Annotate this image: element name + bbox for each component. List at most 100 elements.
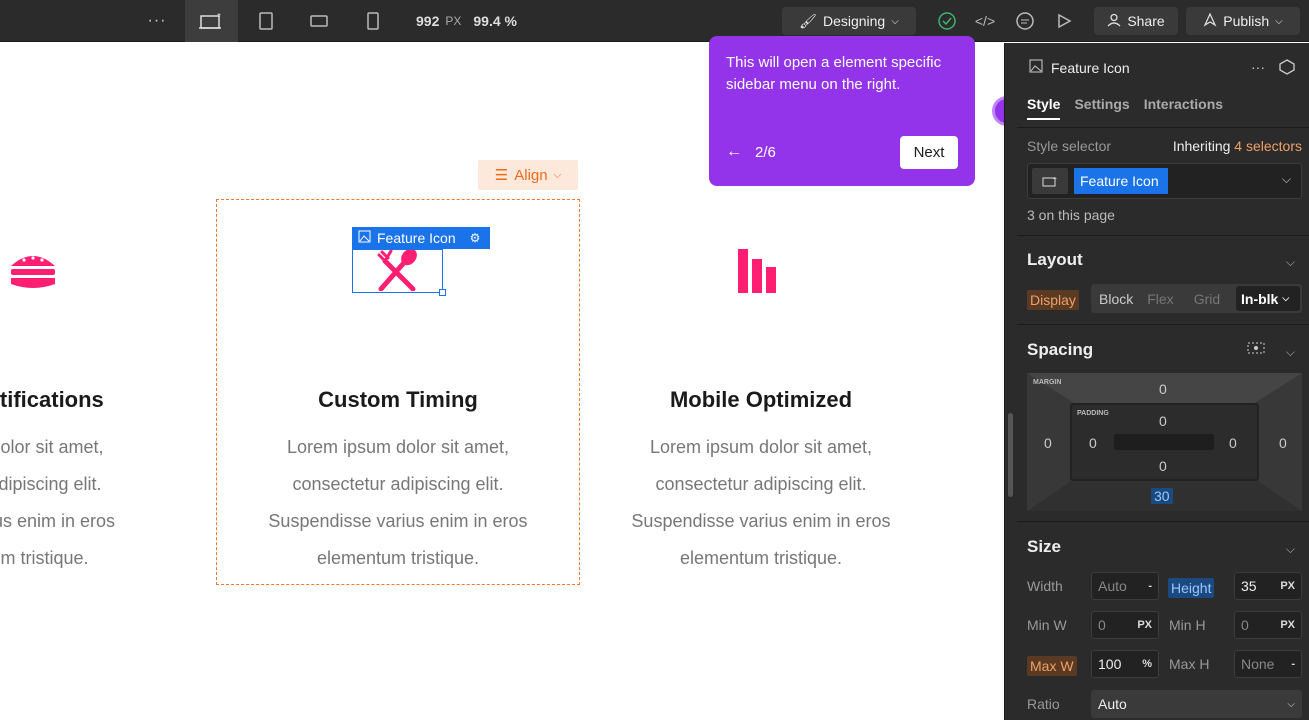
spacing-preset-icon[interactable] xyxy=(1247,340,1265,359)
size-title: Size xyxy=(1027,537,1062,556)
spacing-title: Spacing xyxy=(1027,340,1094,359)
padding-bottom-value[interactable]: 0 xyxy=(1159,458,1167,474)
selector-field[interactable]: + Feature Icon ⌵ xyxy=(1027,163,1302,199)
inheriting-info[interactable]: Inheriting 4 selectors xyxy=(1173,138,1302,154)
padding-left-value[interactable]: 0 xyxy=(1089,435,1097,451)
svg-text:+: + xyxy=(1053,176,1057,183)
min-width-label: Min W xyxy=(1027,617,1067,633)
selected-element-outline[interactable] xyxy=(352,249,443,293)
chevron-down-icon[interactable]: ⌵ xyxy=(1286,345,1295,360)
chevron-down-icon[interactable]: ⌵ xyxy=(1282,172,1291,187)
height-input[interactable]: 35 PX xyxy=(1234,572,1302,600)
chevron-down-icon[interactable]: ⌵ xyxy=(1286,255,1295,270)
desktop-breakpoint-icon[interactable]: * xyxy=(185,0,238,42)
spacing-section-header[interactable]: Spacing xyxy=(1027,340,1093,360)
panel-tabs: Style Settings Interactions xyxy=(1027,96,1223,120)
display-segmented-control: Block Flex Grid In-blk ⌵ xyxy=(1091,284,1302,313)
padding-box: PADDING 0 0 0 0 xyxy=(1070,403,1259,481)
display-grid-option[interactable]: Grid xyxy=(1194,291,1220,307)
max-height-input[interactable]: None - xyxy=(1234,650,1302,678)
min-width-label-row: Min W xyxy=(1027,617,1067,633)
element-tag[interactable]: Feature Icon ⚙ xyxy=(352,227,490,249)
chevron-down-icon: ⌵ xyxy=(891,15,899,27)
image-icon xyxy=(358,230,371,246)
max-width-label[interactable]: Max W xyxy=(1027,656,1077,676)
size-section-header[interactable]: Size xyxy=(1027,537,1061,557)
top-toolbar: ··· * 992 PX 99.4 % 🖌 Designing ⌵ </> Sh… xyxy=(0,0,1309,42)
brush-icon: 🖌 xyxy=(799,12,817,29)
gear-icon[interactable]: ⚙ xyxy=(470,231,481,245)
width-unit: PX xyxy=(445,14,462,28)
next-button[interactable]: Next xyxy=(900,136,958,169)
feature-title: y Notifications xyxy=(0,387,104,412)
display-block-option[interactable]: Block xyxy=(1099,291,1133,307)
margin-right-value[interactable]: 0 xyxy=(1279,435,1287,451)
spacing-box: MARGIN 0 0 0 30 PADDING 0 0 0 0 xyxy=(1027,373,1302,511)
selector-chip[interactable]: Feature Icon xyxy=(1074,168,1168,194)
tab-interactions[interactable]: Interactions xyxy=(1144,96,1223,120)
back-arrow-icon[interactable]: ← xyxy=(726,143,742,161)
canvas-dimensions: 992 PX 99.4 % xyxy=(416,0,523,42)
more-options-icon[interactable]: ··· xyxy=(1251,59,1265,75)
share-button[interactable]: Share xyxy=(1094,7,1178,35)
height-label[interactable]: Height xyxy=(1168,578,1215,598)
tablet-breakpoint-icon[interactable] xyxy=(246,0,286,42)
display-label[interactable]: Display xyxy=(1027,290,1079,310)
on-page-count: 3 on this page xyxy=(1027,207,1115,223)
divider xyxy=(1017,324,1309,325)
code-icon[interactable]: </> xyxy=(970,0,1000,42)
more-menu-icon[interactable]: ··· xyxy=(140,0,174,42)
align-button[interactable]: ☰ Align ⌵ xyxy=(478,160,578,190)
display-flex-option[interactable]: Flex xyxy=(1147,291,1173,307)
inheriting-label: Inheriting xyxy=(1172,138,1231,154)
tab-settings[interactable]: Settings xyxy=(1074,96,1129,120)
component-icon[interactable] xyxy=(1279,59,1295,78)
content-box xyxy=(1114,434,1214,450)
margin-left-value[interactable]: 0 xyxy=(1044,435,1052,451)
layout-title: Layout xyxy=(1027,250,1083,269)
panel-header: Feature Icon xyxy=(1029,59,1130,76)
max-height-label: Max H xyxy=(1169,656,1210,672)
share-label: Share xyxy=(1127,13,1165,29)
style-panel: Feature Icon ··· Style Settings Interact… xyxy=(1004,43,1309,720)
padding-right-value[interactable]: 0 xyxy=(1229,435,1237,451)
max-width-input[interactable]: 100% xyxy=(1091,650,1159,678)
onboarding-tooltip: This will open a element specific sideba… xyxy=(709,36,975,186)
layout-section-header[interactable]: Layout xyxy=(1027,250,1083,270)
ratio-label-row: Ratio xyxy=(1027,696,1060,712)
display-inline-block-option[interactable]: In-blk ⌵ xyxy=(1236,286,1300,311)
mode-label: Designing xyxy=(822,13,886,29)
width-value: 992 xyxy=(416,13,440,29)
ratio-select[interactable]: Auto ⌵ xyxy=(1091,690,1302,718)
mobile-portrait-breakpoint-icon[interactable] xyxy=(353,0,393,42)
mobile-landscape-breakpoint-icon[interactable] xyxy=(299,0,339,42)
max-width-label-row: Max W xyxy=(1027,656,1077,676)
scrollbar[interactable] xyxy=(1008,413,1013,497)
width-input[interactable]: Auto - xyxy=(1091,572,1159,600)
min-height-label: Min H xyxy=(1169,617,1206,633)
chevron-down-icon[interactable]: ⌵ xyxy=(1286,542,1295,557)
feature-description: um dolor sit amet, tur adipiscing elit. … xyxy=(0,437,116,568)
publish-label: Publish xyxy=(1223,13,1270,29)
resize-handle[interactable] xyxy=(439,289,446,296)
width-label: Width xyxy=(1027,578,1063,594)
comment-icon[interactable] xyxy=(1010,0,1040,42)
margin-bottom-value[interactable]: 30 xyxy=(1151,488,1173,504)
min-width-input[interactable]: 0 PX xyxy=(1091,611,1159,639)
element-tag-label: Feature Icon xyxy=(377,230,456,246)
chevron-down-icon: ⌵ xyxy=(553,169,562,181)
width-label-row: Width xyxy=(1027,578,1063,594)
tab-style[interactable]: Style xyxy=(1027,96,1061,120)
mode-dropdown[interactable]: 🖌 Designing ⌵ xyxy=(782,7,916,35)
padding-top-value[interactable]: 0 xyxy=(1159,413,1167,429)
image-icon xyxy=(1029,59,1043,76)
publish-button[interactable]: Publish ⌵ xyxy=(1186,7,1300,35)
burger-icon xyxy=(0,243,212,293)
margin-top-value[interactable]: 0 xyxy=(1159,381,1167,397)
on-page-label: 3 on this page xyxy=(1027,207,1115,223)
zoom-level: 99.4 % xyxy=(473,13,517,29)
preview-play-icon[interactable] xyxy=(1049,0,1079,42)
min-height-input[interactable]: 0 PX xyxy=(1234,611,1302,639)
chevron-down-icon: ⌵ xyxy=(1275,15,1283,27)
rocket-icon xyxy=(1203,11,1217,30)
